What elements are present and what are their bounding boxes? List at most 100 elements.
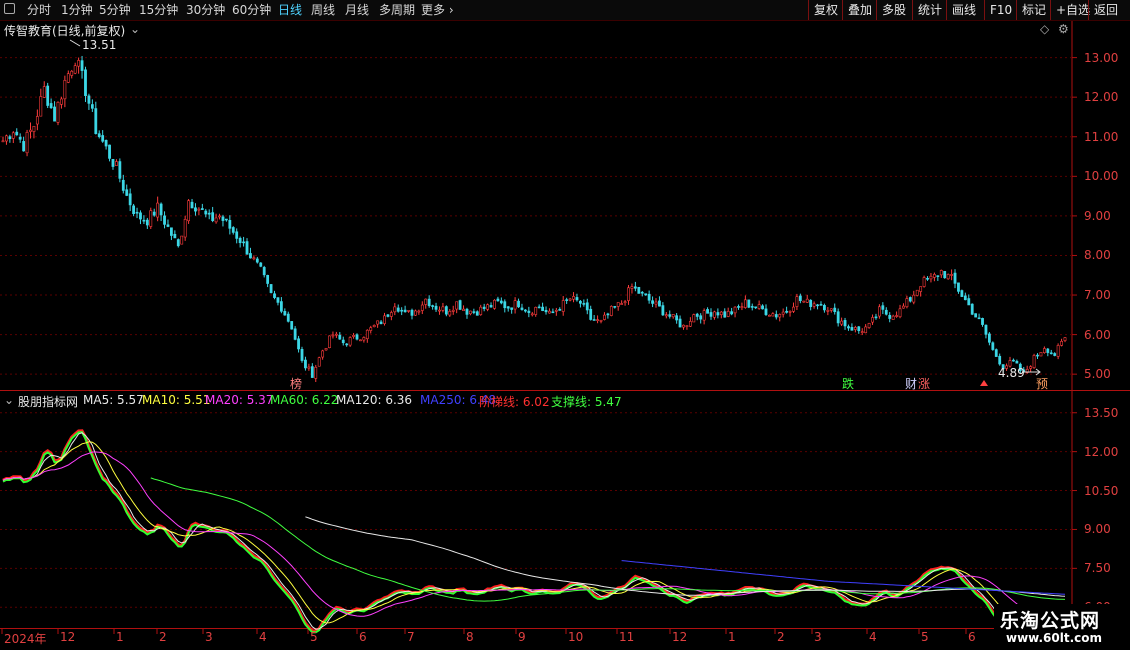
candle [530,311,534,317]
candle [42,81,46,98]
candle [709,308,713,320]
watermark: 乐淘公式网 www.60lt.com [994,604,1130,650]
candle [345,343,349,347]
candle [111,158,115,170]
step-line [2,429,1067,633]
candle [812,301,816,309]
candle [926,276,929,281]
month-label: 12 [672,630,688,644]
indicator-dropdown-icon[interactable]: ⌄ [4,393,14,407]
candle [792,302,795,313]
candle [493,299,496,310]
candle [60,96,63,109]
candle [269,284,273,294]
candle [427,295,431,308]
candle [183,215,187,241]
candle [805,294,809,303]
price-tick-label: 13.00 [1084,50,1119,65]
indicator-legend-item: MA5: 5.57 [83,393,144,407]
candle [633,281,637,292]
candle [513,297,517,314]
candle [878,304,881,319]
candle [176,238,180,248]
candle [589,305,593,321]
candle [843,317,847,330]
candle [221,214,225,227]
candle [774,310,778,320]
candle [1056,343,1060,360]
candle [187,199,190,224]
month-label: 4 [869,630,877,644]
candle [778,313,782,322]
candle [348,336,352,347]
candle [836,308,840,327]
support-line [2,431,1066,634]
candle [328,335,331,349]
settings-small-icon[interactable]: ⚙ [1058,22,1069,36]
price-tick-label: 6.00 [1084,327,1111,342]
indicator-tick-label: 9.00 [1084,522,1111,537]
candle [737,304,740,310]
candle [262,265,266,278]
indicator-legend-item: 阶梯线: 6.02 [479,395,550,409]
candle [740,302,744,311]
event-tag[interactable]: 跌 [842,375,854,392]
price-tick-label: 5.00 [1084,367,1111,382]
candle [469,310,472,316]
event-arrow-icon [980,380,988,386]
candle [840,317,844,327]
candle [603,312,606,321]
candle [695,312,699,321]
candle [266,274,270,288]
candle [902,303,905,309]
candle [503,299,507,313]
candle [245,238,249,255]
candle [499,297,503,305]
event-tag[interactable]: 涨 [918,375,930,392]
candle [132,203,136,217]
candle [554,307,558,316]
event-tag[interactable]: 榜 [290,375,302,392]
candle [572,292,575,303]
candle [606,312,610,319]
candle [699,313,703,324]
month-label: 6 [968,630,976,644]
candle [15,128,19,136]
diamond-icon[interactable]: ◇ [1040,22,1049,36]
candle [558,307,562,311]
candle [857,326,861,334]
event-tag[interactable]: 财 [905,375,917,392]
candle [1025,365,1029,374]
candle [170,227,173,241]
title-dropdown-icon[interactable]: ⌄ [130,22,140,36]
candle [321,349,325,360]
candle [939,269,943,278]
low-price-label: 4.89 [998,366,1025,380]
candle [304,356,307,371]
ma10-line [2,441,1066,629]
ma60-line [150,477,1066,602]
price-tick-label: 11.00 [1084,129,1119,144]
candle [331,331,335,339]
candle [365,329,369,343]
candle [458,299,462,311]
ma20-line [2,451,1066,624]
candle [290,321,294,330]
candle [307,363,311,371]
candle [637,286,641,294]
candle [414,309,417,316]
indicator-legend-item: 支撑线: 5.47 [551,395,622,409]
candle [654,298,658,308]
candle [66,70,70,84]
candle [747,299,751,309]
candle [489,302,493,308]
candle [688,317,692,327]
candle [310,363,314,378]
candle [895,311,898,318]
indicator-legend-item: MA20: 5.37 [205,393,274,407]
indicator-legend-item: MA60: 6.22 [270,393,339,407]
event-tag[interactable]: 预 [1036,375,1048,392]
candle [90,99,94,112]
candle [534,306,538,317]
candle [551,308,555,314]
